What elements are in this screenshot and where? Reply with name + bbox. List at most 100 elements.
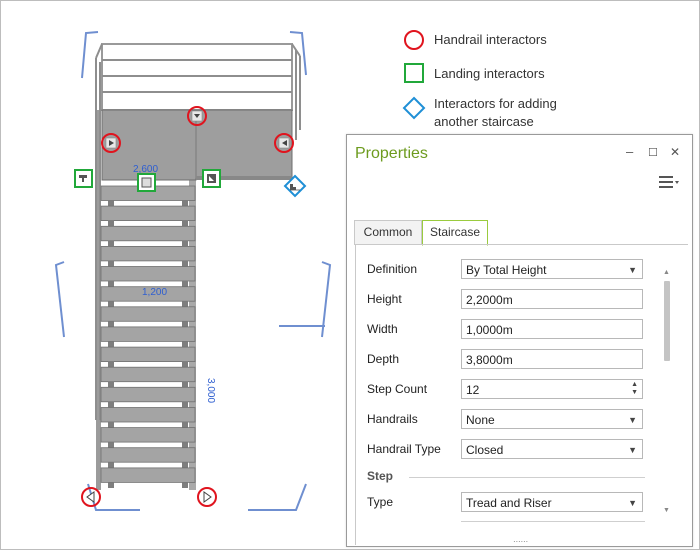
width-field[interactable]: 1,0000m [461, 319, 643, 339]
scroll-up-icon[interactable]: ▲ [663, 269, 670, 276]
stair-stringer-left [108, 220, 114, 227]
panel-title: Properties [355, 145, 428, 162]
stair-tread [100, 386, 196, 403]
resize-grip-icon[interactable]: ∙∙∙∙∙∙ [513, 536, 528, 546]
legend-add-label-line2: another staircase [434, 114, 534, 129]
stair-tread [100, 225, 196, 242]
row-label-width: Width [367, 322, 398, 336]
stair-stringer-left [108, 260, 114, 267]
legend-handrail-marker [404, 30, 424, 50]
row-label-definition: Definition [367, 262, 418, 276]
stair-stringer-left [108, 281, 114, 287]
stair-stringer-right [182, 341, 188, 347]
stair-stringer-left [108, 381, 114, 388]
stair-stringer-right [182, 260, 188, 267]
chevron-down-icon: ▼ [628, 498, 637, 508]
stair-tread [100, 447, 196, 463]
minimize-icon[interactable]: – [626, 144, 633, 159]
legend-handrail-label: Handrail interactors [434, 32, 547, 47]
landing-shape-icon [141, 177, 152, 188]
handrails-dropdown[interactable]: None ▼ [461, 409, 643, 429]
stair-stringer-left [108, 240, 114, 247]
stair-stringer-right [182, 422, 188, 428]
legend-add-marker [402, 96, 426, 120]
stair-stringer-left [108, 361, 114, 368]
staircase-viewport[interactable]: 2,600 1,200 3,000 [0, 0, 345, 550]
stair-treads [100, 185, 196, 488]
stair-stringer-left [108, 321, 114, 327]
section-step-heading: Step [367, 469, 394, 483]
stair-stringer-left [108, 301, 114, 307]
spinner-arrows-icon[interactable]: ▲ ▼ [631, 381, 638, 397]
tab-staircase[interactable]: Staircase [422, 220, 488, 246]
stair-stringer-right [182, 301, 188, 307]
stair-tread [100, 205, 196, 222]
section-divider [409, 477, 645, 478]
arrow-right-icon [203, 491, 212, 503]
close-icon[interactable]: ✕ [670, 145, 680, 159]
stair-stringer-right [182, 401, 188, 408]
legend-landing-marker [404, 63, 424, 83]
definition-dropdown[interactable]: By Total Height ▼ [461, 259, 643, 279]
stair-stringer-right [182, 200, 188, 207]
stair-stringer-left [108, 401, 114, 408]
legend-landing-label: Landing interactors [434, 66, 545, 81]
stair-stringer-left [108, 422, 114, 428]
step-count-stepper[interactable]: 12 ▲ ▼ [461, 379, 643, 399]
landing-interactor-right[interactable] [202, 169, 221, 188]
stair-stringer-right [182, 442, 188, 448]
dimension-stair-width: 1,200 [142, 287, 167, 298]
stair-stringer-right [182, 281, 188, 287]
landing-shape-icon [207, 174, 216, 183]
row-label-step-count: Step Count [367, 382, 428, 396]
bracket-mid-left [54, 261, 65, 338]
row-label-type: Type [367, 495, 394, 509]
hamburger-menu-icon[interactable] [659, 175, 679, 189]
landing-interactor-left[interactable] [74, 169, 93, 188]
row-label-handrails: Handrails [367, 412, 418, 426]
stair-stringer-right [182, 321, 188, 327]
chevron-down-icon: ▼ [628, 265, 637, 275]
handrail-type-dropdown[interactable]: Closed ▼ [461, 439, 643, 459]
stair-tread [100, 346, 196, 363]
tab-common[interactable]: Common [354, 220, 422, 245]
maximize-icon[interactable]: ☐ [648, 146, 658, 159]
stair-stringer-left [108, 462, 114, 468]
stair-stringer-right [182, 361, 188, 368]
properties-scrollbar[interactable]: ▲ ▼ [663, 269, 672, 515]
chevron-down-icon: ▼ [628, 445, 637, 455]
bracket-bottom-right [248, 483, 307, 511]
legend-add-label-line1: Interactors for adding [434, 96, 557, 111]
row-label-depth: Depth [367, 352, 400, 366]
height-field[interactable]: 2,2000m [461, 289, 643, 309]
stair-tread [100, 467, 196, 483]
stair-tread [100, 306, 196, 322]
stair-tread [100, 266, 196, 282]
next-row-edge [461, 521, 645, 522]
stair-stringer-right [182, 381, 188, 388]
landing-interactor-center[interactable] [137, 173, 156, 192]
stair-tread [100, 407, 196, 423]
stair-stringer-right [182, 482, 188, 488]
legend-markers [402, 30, 426, 120]
stair-tread [100, 366, 196, 383]
stair-stringer-right [182, 462, 188, 468]
stair-stringer-left [108, 482, 114, 488]
stair-tread [100, 326, 196, 342]
dimension-stair-length: 3,000 [205, 378, 216, 403]
handrail-interactor-bottom-right[interactable] [197, 487, 217, 507]
step-type-dropdown[interactable]: Tread and Riser ▼ [461, 492, 643, 512]
stair-stringer-left [108, 200, 114, 207]
scroll-thumb[interactable] [664, 281, 670, 361]
stair-stringer-left [108, 341, 114, 347]
scroll-down-icon[interactable]: ▼ [663, 507, 670, 514]
depth-field[interactable]: 3,8000m [461, 349, 643, 369]
row-label-height: Height [367, 292, 402, 306]
properties-panel: Properties – ☐ ✕ Common Staircase Defini… [346, 134, 693, 547]
row-label-handrail-type: Handrail Type [367, 442, 441, 456]
stair-stringer-right [182, 220, 188, 227]
stair-tread [100, 245, 196, 262]
chevron-down-icon: ▼ [628, 415, 637, 425]
stair-tread [100, 427, 196, 443]
stair-stringer-left [108, 442, 114, 448]
